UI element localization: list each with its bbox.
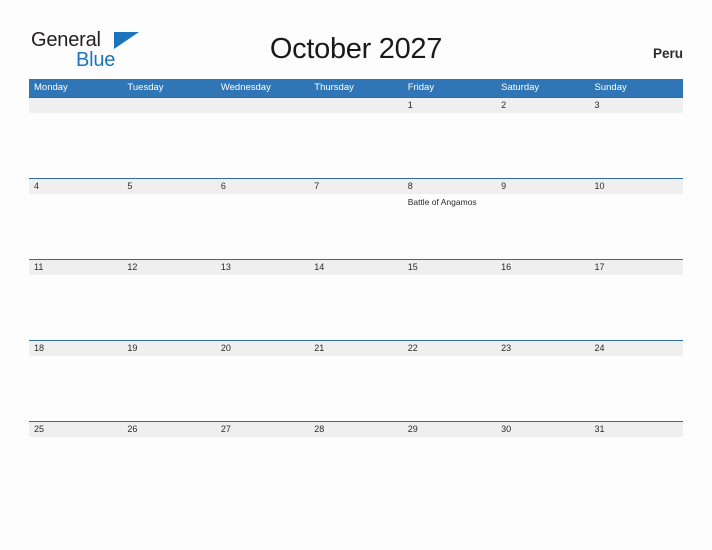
date-cell[interactable]: 16 bbox=[496, 260, 589, 275]
week-date-strip: 25 26 27 28 29 30 31 bbox=[29, 422, 683, 437]
week-date-strip: 4 5 6 7 8 9 10 bbox=[29, 179, 683, 194]
day-cell[interactable] bbox=[403, 356, 496, 421]
date-cell[interactable]: 6 bbox=[216, 179, 309, 194]
date-cell[interactable]: 4 bbox=[29, 179, 122, 194]
week-body bbox=[29, 356, 683, 421]
day-cell[interactable] bbox=[122, 275, 215, 340]
date-cell[interactable]: 19 bbox=[122, 341, 215, 356]
day-cell[interactable] bbox=[216, 113, 309, 178]
date-cell[interactable] bbox=[309, 98, 402, 113]
day-cell[interactable] bbox=[29, 194, 122, 259]
date-cell[interactable]: 30 bbox=[496, 422, 589, 437]
week-row: 11 12 13 14 15 16 17 bbox=[29, 259, 683, 340]
date-cell[interactable]: 9 bbox=[496, 179, 589, 194]
calendar-grid: Monday Tuesday Wednesday Thursday Friday… bbox=[29, 79, 683, 502]
day-cell[interactable] bbox=[590, 356, 683, 421]
date-cell[interactable]: 31 bbox=[590, 422, 683, 437]
date-cell[interactable]: 18 bbox=[29, 341, 122, 356]
region-label: Peru bbox=[652, 46, 683, 61]
date-cell[interactable]: 29 bbox=[403, 422, 496, 437]
day-cell[interactable] bbox=[590, 437, 683, 502]
date-cell[interactable]: 24 bbox=[590, 341, 683, 356]
page-title: October 2027 bbox=[269, 33, 443, 65]
day-cell[interactable] bbox=[309, 356, 402, 421]
date-cell[interactable]: 1 bbox=[403, 98, 496, 113]
date-cell[interactable]: 20 bbox=[216, 341, 309, 356]
week-body bbox=[29, 437, 683, 502]
day-cell[interactable] bbox=[122, 356, 215, 421]
date-cell[interactable]: 22 bbox=[403, 341, 496, 356]
day-cell[interactable] bbox=[216, 356, 309, 421]
week-date-strip: 11 12 13 14 15 16 17 bbox=[29, 260, 683, 275]
date-cell[interactable] bbox=[216, 98, 309, 113]
week-row: 25 26 27 28 29 30 31 bbox=[29, 421, 683, 502]
date-cell[interactable]: 7 bbox=[309, 179, 402, 194]
date-cell[interactable]: 27 bbox=[216, 422, 309, 437]
day-cell[interactable] bbox=[590, 194, 683, 259]
date-cell[interactable]: 15 bbox=[403, 260, 496, 275]
day-cell[interactable] bbox=[309, 194, 402, 259]
dow-saturday: Saturday bbox=[501, 82, 540, 93]
date-cell[interactable]: 14 bbox=[309, 260, 402, 275]
date-cell[interactable]: 2 bbox=[496, 98, 589, 113]
day-cell[interactable] bbox=[496, 437, 589, 502]
date-cell[interactable]: 28 bbox=[309, 422, 402, 437]
date-cell[interactable]: 12 bbox=[122, 260, 215, 275]
date-cell[interactable]: 11 bbox=[29, 260, 122, 275]
day-cell[interactable] bbox=[216, 437, 309, 502]
week-row: 18 19 20 21 22 23 24 bbox=[29, 340, 683, 421]
day-cell[interactable] bbox=[29, 437, 122, 502]
day-cell[interactable] bbox=[216, 194, 309, 259]
day-cell[interactable] bbox=[29, 356, 122, 421]
week-body bbox=[29, 275, 683, 340]
week-date-strip: 1 2 3 bbox=[29, 98, 683, 113]
day-cell[interactable] bbox=[403, 113, 496, 178]
calendar-page: General Blue October 2027 Peru Monday Tu… bbox=[0, 0, 712, 550]
day-cell[interactable] bbox=[403, 437, 496, 502]
week-date-strip: 18 19 20 21 22 23 24 bbox=[29, 341, 683, 356]
day-cell[interactable] bbox=[496, 356, 589, 421]
day-cell[interactable] bbox=[122, 437, 215, 502]
date-cell[interactable]: 8 bbox=[403, 179, 496, 194]
dow-friday: Friday bbox=[407, 82, 435, 93]
week-body: Battle of Angamos bbox=[29, 194, 683, 259]
date-cell[interactable]: 5 bbox=[122, 179, 215, 194]
day-of-week-header: Monday Tuesday Wednesday Thursday Friday… bbox=[29, 79, 683, 97]
day-cell[interactable] bbox=[29, 113, 122, 178]
dow-monday: Monday bbox=[34, 82, 68, 93]
date-cell[interactable] bbox=[29, 98, 122, 113]
day-cell[interactable] bbox=[403, 275, 496, 340]
day-cell[interactable] bbox=[496, 194, 589, 259]
day-cell[interactable] bbox=[122, 113, 215, 178]
day-cell[interactable]: Battle of Angamos bbox=[403, 194, 496, 259]
week-body bbox=[29, 113, 683, 178]
day-cell[interactable] bbox=[29, 275, 122, 340]
date-cell[interactable]: 3 bbox=[590, 98, 683, 113]
day-cell[interactable] bbox=[590, 113, 683, 178]
date-cell[interactable]: 13 bbox=[216, 260, 309, 275]
date-cell[interactable]: 26 bbox=[122, 422, 215, 437]
day-cell[interactable] bbox=[309, 437, 402, 502]
day-cell[interactable] bbox=[122, 194, 215, 259]
date-cell[interactable] bbox=[122, 98, 215, 113]
date-cell[interactable]: 10 bbox=[590, 179, 683, 194]
day-cell[interactable] bbox=[496, 113, 589, 178]
dow-wednesday: Wednesday bbox=[220, 82, 271, 93]
dow-sunday: Sunday bbox=[594, 82, 627, 93]
day-cell[interactable] bbox=[216, 275, 309, 340]
week-row: 4 5 6 7 8 9 10 Battle of Angamos bbox=[29, 178, 683, 259]
page-header: General Blue October 2027 Peru bbox=[0, 0, 712, 79]
date-cell[interactable]: 17 bbox=[590, 260, 683, 275]
event-label: Battle of Angamos bbox=[407, 197, 477, 207]
week-row: 1 2 3 bbox=[29, 97, 683, 178]
dow-thursday: Thursday bbox=[314, 82, 354, 93]
day-cell[interactable] bbox=[590, 275, 683, 340]
day-cell[interactable] bbox=[309, 113, 402, 178]
date-cell[interactable]: 23 bbox=[496, 341, 589, 356]
date-cell[interactable]: 21 bbox=[309, 341, 402, 356]
date-cell[interactable]: 25 bbox=[29, 422, 122, 437]
day-cell[interactable] bbox=[496, 275, 589, 340]
dow-tuesday: Tuesday bbox=[127, 82, 164, 93]
day-cell[interactable] bbox=[309, 275, 402, 340]
